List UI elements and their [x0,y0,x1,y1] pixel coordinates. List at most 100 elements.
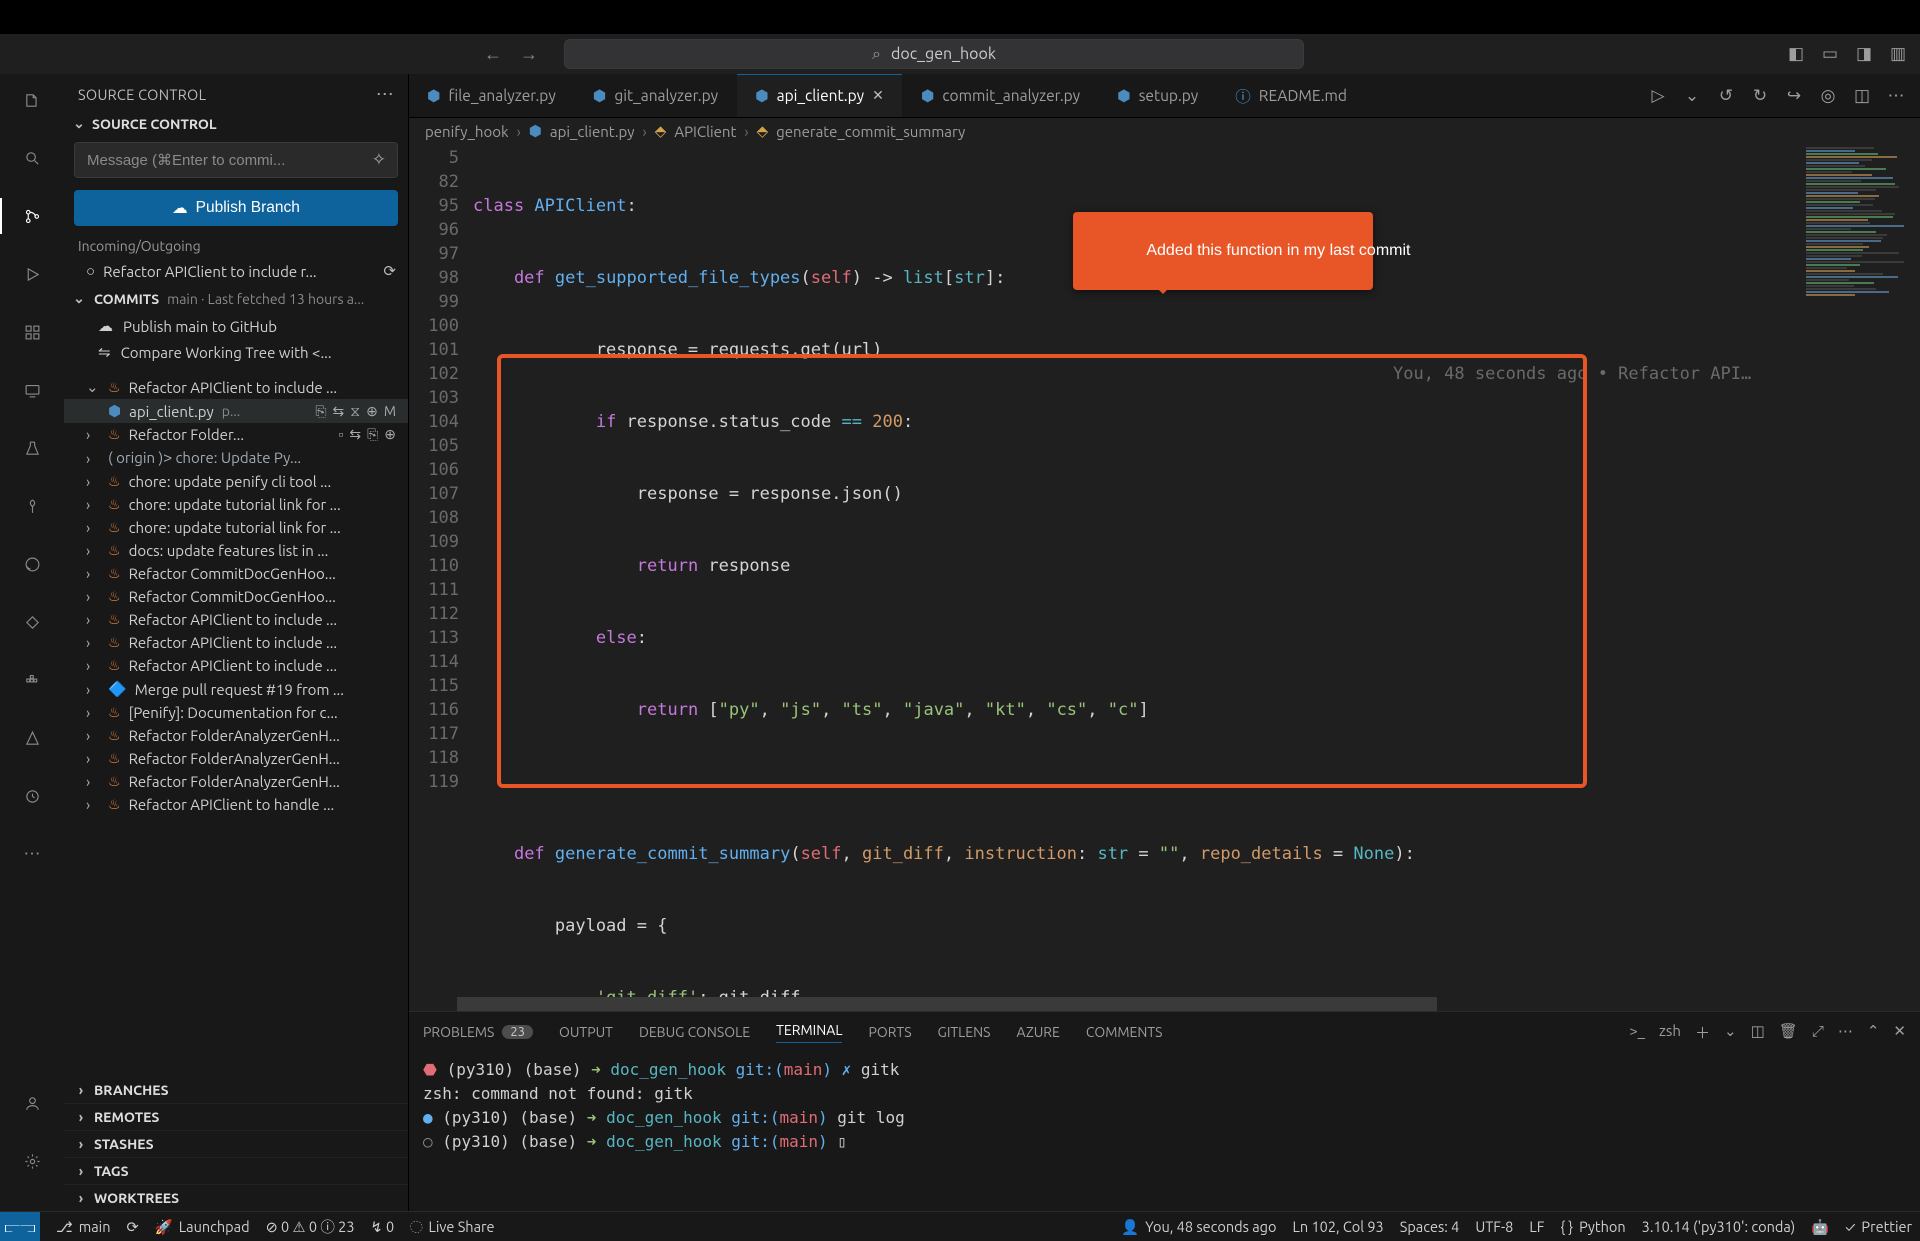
sparkle-icon[interactable]: ✧ [372,150,386,170]
panel-more-icon[interactable]: ⋯ [376,84,394,105]
commit-item[interactable]: ›♨Refactor CommitDocGenHoo... [64,562,408,585]
commit-item-origin[interactable]: › ( origin )˃ chore: Update Py... [64,446,408,470]
todo-icon[interactable] [14,778,50,814]
commit-item[interactable]: ›♨chore: update tutorial link for ... [64,516,408,539]
file-icon[interactable]: ▫ [338,426,343,443]
globe-icon[interactable]: ⊕ [366,403,378,420]
diff-arrow-icon[interactable]: ↪ [1784,86,1804,106]
remote-explorer-icon[interactable] [14,372,50,408]
diff-icon[interactable]: ⇆ [349,426,361,443]
overflow-icon[interactable]: ⋯ [14,836,50,872]
editor-tab[interactable]: ⬢git_analyzer.py [575,74,737,117]
publish-branch-button[interactable]: ☁ Publish Branch [74,190,398,226]
close-icon[interactable]: ✕ [872,87,884,104]
outgoing-commit-row[interactable]: ○ Refactor APIClient to include r... ⟳ [64,258,408,284]
terminal-new-icon[interactable]: ＋ [1695,1022,1710,1043]
search-tab-icon[interactable] [14,140,50,176]
editor-tab[interactable]: ⬢commit_analyzer.py [903,74,1099,117]
commits-section-header[interactable]: ⌄ COMMITS main · Last fetched 13 hours a… [64,284,408,313]
publish-main-action[interactable]: ☁ Publish main to GitHub [64,313,408,339]
panel-tab-azure[interactable]: AZURE [1017,1024,1060,1040]
status-diagnostics[interactable]: ⊘ 0 ⚠ 0 ⓘ 23 [258,1216,363,1237]
status-live-share[interactable]: ◌ Live Share [402,1218,502,1235]
commit-item[interactable]: › ♨ Refactor Folder... ▫ ⇆ ⎘ ⊕ [64,423,408,446]
commit-item-merge[interactable]: › 🔷 Merge pull request #19 from ... [64,677,408,701]
status-encoding[interactable]: UTF-8 [1467,1218,1521,1235]
panel-tab-output[interactable]: OUTPUT [559,1024,613,1040]
commit-item[interactable]: ›♨chore: update tutorial link for ... [64,493,408,516]
live-share-icon[interactable] [14,604,50,640]
collapse-section-stashes[interactable]: ›STASHES [64,1130,408,1157]
docker-icon[interactable] [14,662,50,698]
source-control-icon[interactable] [14,198,50,234]
diff-icon[interactable]: ⇆ [333,403,345,420]
more-icon[interactable]: ⋯ [1886,86,1906,106]
commit-item[interactable]: ›♨Refactor FolderAnalyzerGenH... [64,770,408,793]
redo-icon[interactable]: ↻ [1750,86,1770,106]
code-editor[interactable]: 5829596979899100101102103104105106107108… [409,146,1800,997]
commit-item[interactable]: ›♨Refactor APIClient to handle ... [64,793,408,816]
history-icon[interactable]: ⧖ [350,403,360,420]
panel-tab-terminal[interactable]: TERMINAL [776,1022,842,1043]
commit-item[interactable]: ›♨Refactor APIClient to include ... [64,608,408,631]
panel-tab-comments[interactable]: COMMENTS [1086,1024,1163,1040]
commit-item[interactable]: ›♨chore: update penify cli tool ... [64,470,408,493]
status-eol[interactable]: LF [1521,1218,1552,1235]
status-prettier[interactable]: ✓ Prettier [1837,1218,1920,1235]
commit-item[interactable]: ⌄ ♨ Refactor APIClient to include ... [64,375,408,399]
panel-tab-ports[interactable]: PORTS [868,1024,911,1040]
status-sync[interactable]: ⟳ [119,1218,147,1236]
panel-close-icon[interactable]: ✕ [1893,1022,1906,1043]
commit-item[interactable]: ›♨Refactor CommitDocGenHoo... [64,585,408,608]
layout-sidebar-right-icon[interactable]: ◨ [1854,44,1874,64]
terminal-launch-icon[interactable]: >_ [1629,1022,1645,1043]
status-copilot[interactable]: 🤖 [1803,1218,1837,1236]
compare-tree-action[interactable]: ⇋ Compare Working Tree with <... [64,339,408,365]
status-language[interactable]: { } Python [1552,1218,1633,1235]
collapse-section-remotes[interactable]: ›REMOTES [64,1103,408,1130]
status-spaces[interactable]: Spaces: 4 [1392,1218,1468,1235]
commit-item[interactable]: ›♨[Penify]: Documentation for c... [64,701,408,724]
breadcrumb[interactable]: penify_hook › ⬢ api_client.py › ⬘ APICli… [409,118,1920,146]
commit-item[interactable]: ›♨Refactor APIClient to include ... [64,654,408,677]
commit-item[interactable]: ›♨Refactor FolderAnalyzerGenH... [64,724,408,747]
terminal-shell-label[interactable]: zsh [1659,1022,1681,1043]
status-branch[interactable]: ⎇ main [48,1218,119,1236]
nav-back-button[interactable]: ← [484,44,502,65]
editor-tab[interactable]: ⓘREADME.md [1217,74,1366,117]
panel-tab-gitlens[interactable]: GITLENS [938,1024,991,1040]
gitlens-icon[interactable] [14,488,50,524]
minimap[interactable] [1800,146,1920,997]
editor-horizontal-scrollbar[interactable] [409,997,1920,1011]
remote-indicator[interactable]: ⫍⫎ [0,1212,40,1241]
accounts-icon[interactable] [14,1085,50,1121]
nav-forward-button[interactable]: → [520,44,538,65]
explorer-icon[interactable] [14,82,50,118]
github-icon[interactable] [14,546,50,582]
gitlens-circle-icon[interactable]: ◎ [1818,86,1838,106]
panel-tab-problems[interactable]: PROBLEMS 23 [423,1024,533,1040]
globe-icon[interactable]: ⊕ [384,426,396,443]
commit-item[interactable]: ›♨docs: update features list in ... [64,539,408,562]
run-dropdown-icon[interactable]: ⌄ [1682,86,1702,106]
commit-item[interactable]: ›♨Refactor APIClient to include ... [64,631,408,654]
command-center-search[interactable]: ⌕ doc_gen_hook [564,39,1304,69]
terminal-maximize-icon[interactable]: ⤢ [1812,1022,1824,1043]
status-ports[interactable]: ↯ 0 [363,1218,403,1236]
layout-panel-bottom-icon[interactable]: ▭ [1820,44,1840,64]
collapse-section-worktrees[interactable]: ›WORKTREES [64,1184,408,1211]
editor-tab[interactable]: ⬢file_analyzer.py [409,74,575,117]
terminal-split-icon[interactable]: ◫ [1751,1022,1765,1043]
scm-section-header[interactable]: ⌄ SOURCE CONTROL [64,111,408,136]
open-icon[interactable]: ⎘ [315,403,326,420]
run-play-icon[interactable]: ▷ [1648,86,1668,106]
commit-message-input[interactable] [74,142,398,178]
sync-icon[interactable]: ⟳ [383,262,396,280]
panel-chevron-up-icon[interactable]: ⌃ [1867,1022,1880,1043]
split-editor-icon[interactable]: ◫ [1852,86,1872,106]
testing-icon[interactable] [14,430,50,466]
layout-sidebar-left-icon[interactable]: ◧ [1786,44,1806,64]
terminal-dropdown-icon[interactable]: ⌄ [1724,1022,1737,1043]
commit-item[interactable]: ›♨Refactor FolderAnalyzerGenH... [64,747,408,770]
commit-file-item[interactable]: ⬢ api_client.py p... ⎘ ⇆ ⧖ ⊕ M [64,399,408,423]
